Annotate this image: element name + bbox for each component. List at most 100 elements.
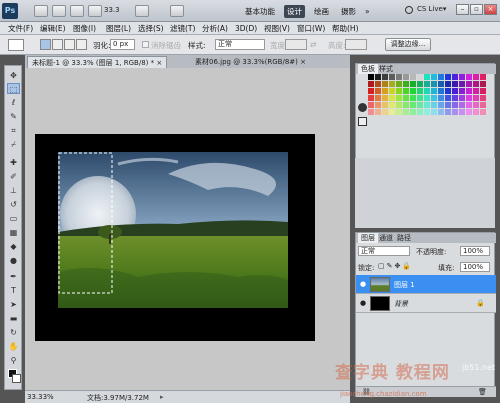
swatch[interactable] bbox=[445, 81, 451, 87]
workspace-photography[interactable]: 摄影 bbox=[338, 5, 359, 18]
swatch[interactable] bbox=[410, 88, 416, 94]
zoom-tool-icon[interactable]: ⚲ bbox=[7, 355, 20, 366]
swatch[interactable] bbox=[417, 74, 423, 80]
refine-edge-button[interactable]: 调整边缘... bbox=[385, 38, 431, 51]
swatch[interactable] bbox=[403, 81, 409, 87]
swatch[interactable] bbox=[389, 95, 395, 101]
swatch[interactable] bbox=[438, 95, 444, 101]
swatch[interactable] bbox=[368, 88, 374, 94]
gradient-tool-icon[interactable]: ▦ bbox=[7, 227, 20, 238]
close-tab-icon[interactable]: × bbox=[156, 59, 162, 67]
swatch[interactable] bbox=[431, 109, 437, 115]
swatch[interactable] bbox=[445, 109, 451, 115]
swatch[interactable] bbox=[382, 88, 388, 94]
swatch[interactable] bbox=[431, 95, 437, 101]
feather-input[interactable]: 0 px bbox=[110, 39, 135, 50]
screen-mode-icon[interactable] bbox=[170, 5, 184, 17]
lock-icons[interactable]: ▢✎✥🔒 bbox=[378, 262, 418, 270]
healing-brush-icon[interactable]: ✚ bbox=[7, 157, 20, 168]
shape-tool-icon[interactable]: ▬ bbox=[7, 313, 20, 324]
swatch[interactable] bbox=[389, 109, 395, 115]
swatch[interactable] bbox=[389, 81, 395, 87]
swatch[interactable] bbox=[410, 109, 416, 115]
swatch[interactable] bbox=[459, 74, 465, 80]
subtract-selection-icon[interactable] bbox=[64, 39, 75, 50]
swatch[interactable] bbox=[424, 81, 430, 87]
close-button[interactable]: × bbox=[484, 4, 497, 15]
visibility-eye-icon[interactable]: ● bbox=[359, 280, 367, 288]
workspace-basic[interactable]: 基本功能 bbox=[242, 5, 278, 18]
swatch[interactable] bbox=[452, 102, 458, 108]
swatch[interactable] bbox=[417, 88, 423, 94]
cs-live-button[interactable]: CS Live▾ bbox=[417, 5, 446, 13]
swatch[interactable] bbox=[396, 95, 402, 101]
swatch[interactable] bbox=[459, 88, 465, 94]
trash-icon[interactable]: 🗑 bbox=[478, 388, 487, 396]
layer-row-layer1[interactable]: ● 图层 1 bbox=[356, 275, 496, 294]
swap-icon[interactable]: ⇄ bbox=[310, 40, 316, 49]
adjustments-icon[interactable] bbox=[358, 103, 367, 112]
swatch[interactable] bbox=[396, 81, 402, 87]
swatch[interactable] bbox=[368, 109, 374, 115]
swatch[interactable] bbox=[466, 109, 472, 115]
quick-select-tool-icon[interactable]: ✎ bbox=[7, 111, 20, 122]
view-extras-icon[interactable] bbox=[70, 5, 84, 17]
opacity-input[interactable]: 100% bbox=[460, 246, 490, 256]
swatch[interactable] bbox=[431, 102, 437, 108]
swatch[interactable] bbox=[473, 102, 479, 108]
intersect-selection-icon[interactable] bbox=[76, 39, 87, 50]
swatch[interactable] bbox=[480, 95, 486, 101]
swatch[interactable] bbox=[396, 74, 402, 80]
menu-select[interactable]: 选择(S) bbox=[138, 23, 164, 34]
width-input[interactable] bbox=[285, 39, 307, 50]
menu-3d[interactable]: 3D(D) bbox=[235, 23, 257, 34]
swatch[interactable] bbox=[466, 74, 472, 80]
swatch[interactable] bbox=[389, 74, 395, 80]
swatch[interactable] bbox=[445, 88, 451, 94]
background-color[interactable] bbox=[12, 374, 21, 383]
lasso-tool-icon[interactable]: ℓ bbox=[7, 97, 20, 108]
swatch[interactable] bbox=[480, 109, 486, 115]
swatch[interactable] bbox=[424, 74, 430, 80]
menu-image[interactable]: 图像(I) bbox=[73, 23, 96, 34]
menu-analysis[interactable]: 分析(A) bbox=[202, 23, 228, 34]
tab-layers[interactable]: 图层 bbox=[358, 233, 378, 243]
swatch[interactable] bbox=[389, 102, 395, 108]
swatch[interactable] bbox=[417, 81, 423, 87]
swatch[interactable] bbox=[410, 81, 416, 87]
swatch[interactable] bbox=[424, 95, 430, 101]
menu-help[interactable]: 帮助(H) bbox=[332, 23, 359, 34]
swatch[interactable] bbox=[375, 88, 381, 94]
menu-file[interactable]: 文件(F) bbox=[8, 23, 33, 34]
minimize-button[interactable]: – bbox=[456, 4, 469, 15]
history-brush-icon[interactable]: ↺ bbox=[7, 199, 20, 210]
type-tool-icon[interactable]: T bbox=[7, 285, 20, 296]
new-selection-icon[interactable] bbox=[40, 39, 51, 50]
swatch[interactable] bbox=[424, 109, 430, 115]
maximize-button[interactable]: ▫ bbox=[470, 4, 483, 15]
swatch[interactable] bbox=[375, 109, 381, 115]
masks-icon[interactable] bbox=[358, 117, 367, 126]
swatch[interactable] bbox=[375, 74, 381, 80]
swatch[interactable] bbox=[452, 74, 458, 80]
close-tab-icon[interactable]: × bbox=[300, 58, 306, 66]
dodge-tool-icon[interactable]: ● bbox=[7, 255, 20, 266]
swatch[interactable] bbox=[403, 109, 409, 115]
menu-filter[interactable]: 滤镜(T) bbox=[170, 23, 195, 34]
swatch[interactable] bbox=[403, 95, 409, 101]
style-select[interactable]: 正常 bbox=[215, 39, 265, 50]
swatch[interactable] bbox=[417, 109, 423, 115]
visibility-eye-icon[interactable]: ● bbox=[359, 299, 367, 307]
swatch[interactable] bbox=[466, 81, 472, 87]
swatch[interactable] bbox=[375, 95, 381, 101]
swatch[interactable] bbox=[410, 95, 416, 101]
swatch[interactable] bbox=[445, 74, 451, 80]
tab-styles[interactable]: 样式 bbox=[376, 64, 396, 74]
swatch[interactable] bbox=[473, 95, 479, 101]
swatch[interactable] bbox=[459, 95, 465, 101]
pen-tool-icon[interactable]: ✒ bbox=[7, 271, 20, 282]
arrange-documents-icon[interactable] bbox=[135, 5, 149, 17]
workspace-design[interactable]: 设计 bbox=[284, 5, 305, 18]
swatch[interactable] bbox=[438, 81, 444, 87]
swatch[interactable] bbox=[396, 109, 402, 115]
